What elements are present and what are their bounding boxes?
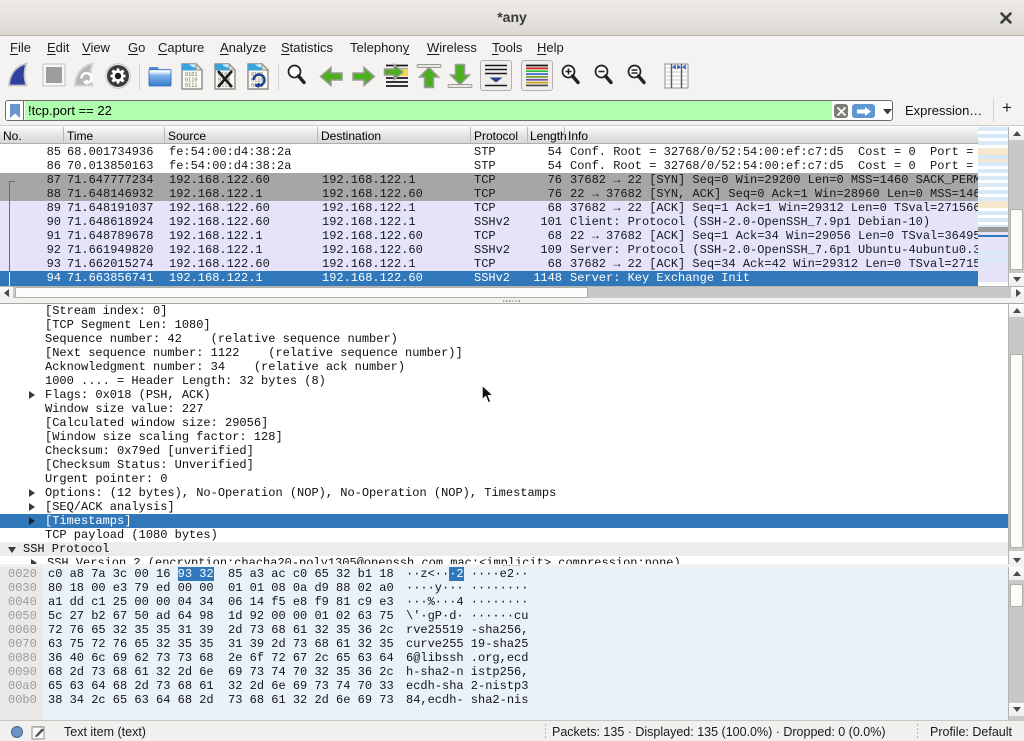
- svg-text:0111: 0111: [185, 83, 198, 89]
